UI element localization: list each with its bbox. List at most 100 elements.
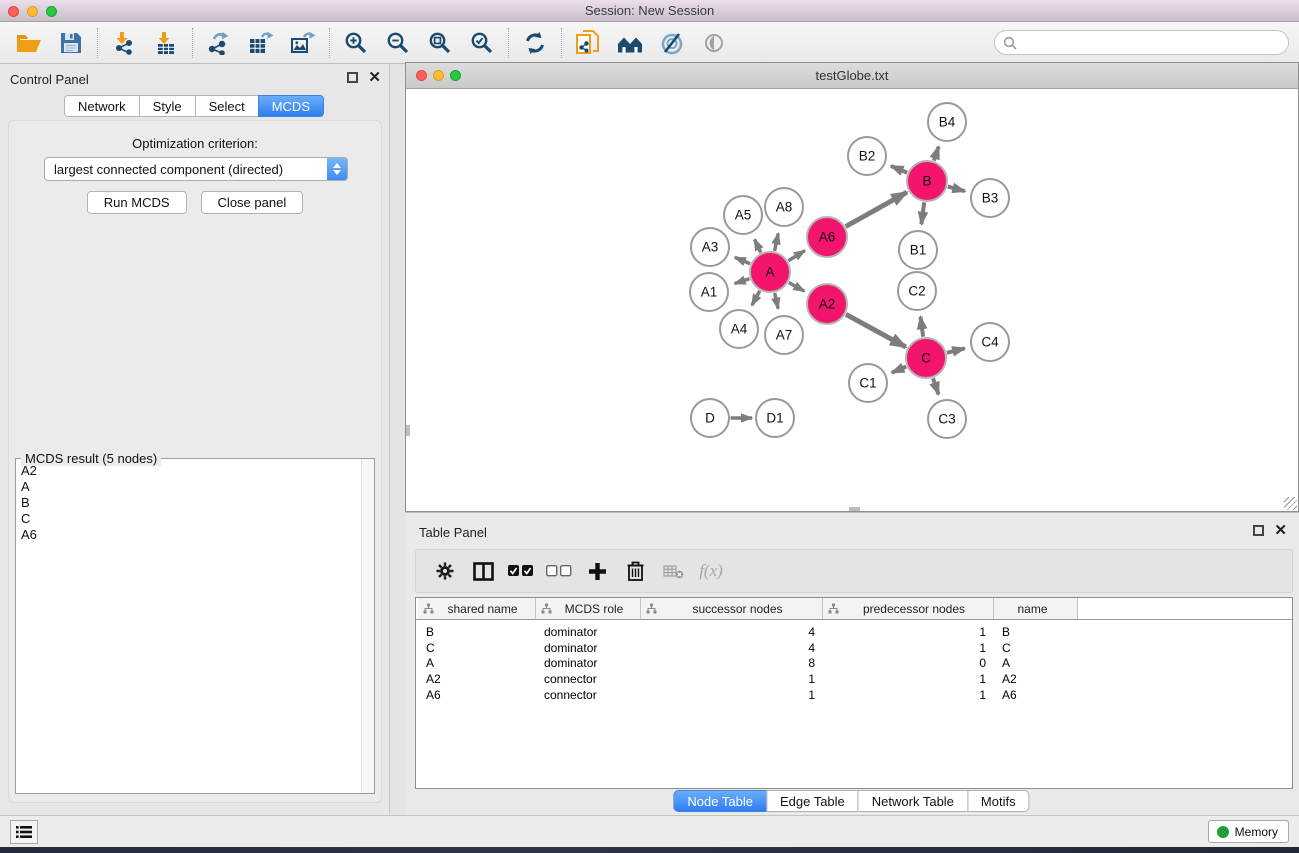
graph-node-A1[interactable]: A1 [690,273,728,311]
network-maximize-button[interactable] [450,70,461,81]
tab-edge-table[interactable]: Edge Table [766,790,859,812]
graph-edge-A-A8[interactable] [775,233,779,251]
table-close-icon[interactable]: ✕ [1274,525,1287,536]
search-input[interactable] [1022,35,1288,50]
tab-mcds[interactable]: MCDS [258,95,324,117]
network-canvas[interactable]: AA1A2A3A4A5A6A7A8BB1B2B3B4CC1C2C3C4DD1 [406,89,1298,511]
result-item-C[interactable]: C [17,511,360,527]
graph-node-B1[interactable]: B1 [899,231,937,269]
resize-grip[interactable] [1284,497,1297,510]
maximize-window-button[interactable] [46,6,57,17]
column-header-shared-name[interactable]: shared name [418,598,536,619]
column-header-predecessor-nodes[interactable]: predecessor nodes [823,598,994,619]
column-header-name[interactable]: name [994,598,1078,619]
zoom-selected-button[interactable] [461,25,503,61]
refresh-view-button[interactable] [514,25,556,61]
graph-edge-A6-B[interactable] [846,192,907,226]
graph-node-B3[interactable]: B3 [971,179,1009,217]
table-settings-button[interactable] [426,553,464,589]
table-row-A6[interactable]: A6connector11A6 [416,687,1292,703]
show-columns-button[interactable] [464,553,502,589]
open-session-button[interactable] [8,25,50,61]
column-header-MCDS-role[interactable]: MCDS role [536,598,641,619]
result-scrollbar[interactable] [361,459,374,793]
graph-node-C[interactable]: C [906,338,946,378]
graph-node-C4[interactable]: C4 [971,323,1009,361]
graph-node-A7[interactable]: A7 [765,316,803,354]
float-panel-icon[interactable] [347,72,358,83]
select-all-button[interactable] [502,553,540,589]
graph-node-A6[interactable]: A6 [807,217,847,257]
graph-edge-B-B1[interactable] [921,202,924,224]
graph-edge-A-A3[interactable] [735,257,750,263]
delete-column-button[interactable] [616,553,654,589]
hide-graphics-button[interactable] [651,25,693,61]
import-table-button[interactable] [145,25,187,61]
graph-edge-A-A7[interactable] [775,293,778,309]
save-session-button[interactable] [50,25,92,61]
graph-node-A2[interactable]: A2 [807,284,847,324]
table-row-B[interactable]: Bdominator41B [416,624,1292,640]
graph-node-B4[interactable]: B4 [928,103,966,141]
graph-edge-A-A6[interactable] [788,251,805,261]
run-mcds-button[interactable]: Run MCDS [87,191,187,214]
criterion-dropdown[interactable]: largest connected component (directed) [44,157,348,181]
graph-edge-A-A2[interactable] [789,283,805,292]
session-details-button[interactable] [567,25,609,61]
home-button[interactable] [609,25,651,61]
graph-node-A3[interactable]: A3 [691,228,729,266]
tab-select[interactable]: Select [195,95,259,117]
graph-node-A8[interactable]: A8 [765,188,803,226]
memory-button[interactable]: Memory [1208,820,1289,843]
network-minimize-button[interactable] [433,70,444,81]
table-float-icon[interactable] [1253,525,1264,536]
deselect-all-button[interactable] [540,553,578,589]
tab-style[interactable]: Style [139,95,196,117]
export-table-button[interactable] [240,25,282,61]
bottom-scroll-nub[interactable] [849,507,860,511]
network-window-titlebar[interactable]: testGlobe.txt [406,63,1298,89]
export-image-button[interactable] [282,25,324,61]
import-network-button[interactable] [103,25,145,61]
minimize-window-button[interactable] [27,6,38,17]
graph-edge-C-C4[interactable] [947,348,965,352]
graph-edge-C-C3[interactable] [933,378,939,394]
zoom-fit-button[interactable] [419,25,461,61]
graph-node-B[interactable]: B [907,161,947,201]
graph-node-C3[interactable]: C3 [928,400,966,438]
tab-network-table[interactable]: Network Table [858,790,968,812]
graph-node-B2[interactable]: B2 [848,137,886,175]
graph-edge-B-B3[interactable] [948,187,965,192]
add-column-button[interactable] [578,553,616,589]
task-history-button[interactable] [10,820,38,844]
zoom-out-button[interactable] [377,25,419,61]
result-item-A6[interactable]: A6 [17,527,360,543]
graph-node-D[interactable]: D [691,399,729,437]
zoom-in-button[interactable] [335,25,377,61]
result-item-B[interactable]: B [17,495,360,511]
result-item-A[interactable]: A [17,479,360,495]
graph-edge-B-B4[interactable] [934,147,939,161]
table-row-C[interactable]: Cdominator41C [416,640,1292,656]
close-panel-button[interactable]: Close panel [201,191,304,214]
graph-edge-A2-C[interactable] [846,314,906,347]
export-network-button[interactable] [198,25,240,61]
tab-network[interactable]: Network [64,95,140,117]
graph-edge-A-A4[interactable] [752,291,760,305]
left-scroll-nub[interactable] [406,425,410,436]
tab-motifs[interactable]: Motifs [967,790,1030,812]
graph-edge-B-B2[interactable] [891,166,907,173]
result-item-A2[interactable]: A2 [17,463,360,479]
show-graphics-button[interactable] [693,25,735,61]
table-row-A2[interactable]: A2connector11A2 [416,671,1292,687]
graph-edge-C-C1[interactable] [892,367,906,373]
graph-node-C2[interactable]: C2 [898,272,936,310]
close-window-button[interactable] [8,6,19,17]
graph-node-A5[interactable]: A5 [724,196,762,234]
graph-edge-A-A1[interactable] [735,279,750,284]
graph-node-A[interactable]: A [750,252,790,292]
graph-edge-A-A5[interactable] [755,239,761,252]
search-box[interactable] [994,30,1289,55]
graph-edge-C-C2[interactable] [920,317,923,337]
graph-node-D1[interactable]: D1 [756,399,794,437]
